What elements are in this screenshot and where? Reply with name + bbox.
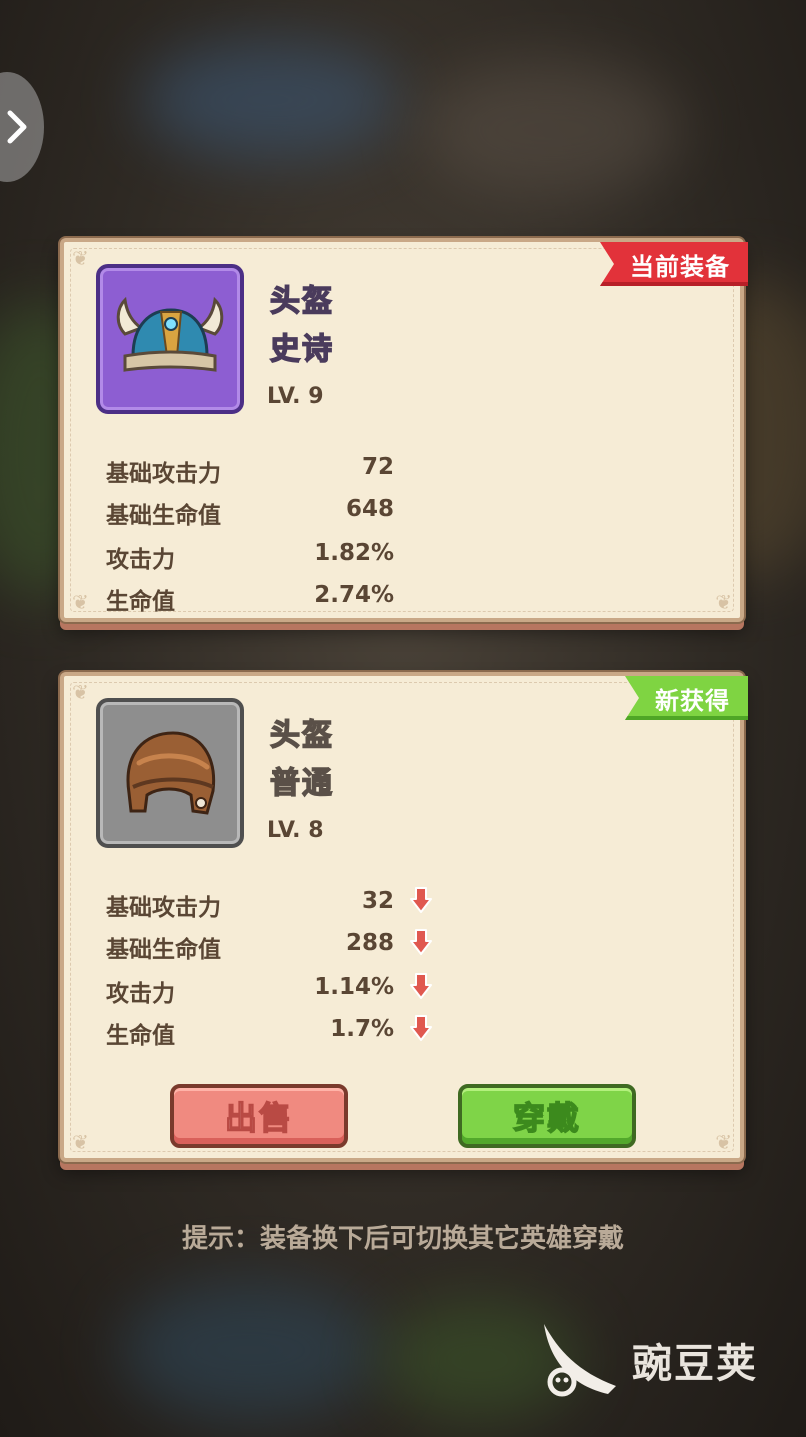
equip-button[interactable]: 穿戴 (458, 1084, 636, 1148)
stat-label: 基础攻击力 (106, 461, 221, 487)
stat-down-arrow-icon (410, 929, 432, 955)
stat-value: 72 (361, 454, 394, 480)
stat-down-arrow-icon (410, 973, 432, 999)
corner-ornament: ❦ (72, 590, 89, 614)
new-equipment-card: ❦ ❦ ❦ 新获得 头盔 普通 LV. 8 基础攻击力 32 基础生命值 288… (60, 672, 748, 1162)
stat-label: 攻击力 (106, 547, 175, 573)
current-equipment-card: ❦ ❦ ❦ 当前装备 头盔 史诗 LV. 9 基础攻击力 72 基础生命值 64… (60, 238, 748, 622)
corner-ornament: ❦ (715, 590, 732, 614)
stat-label: 攻击力 (106, 981, 175, 1007)
item-icon-frame[interactable] (96, 264, 244, 414)
corner-ornament: ❦ (715, 1130, 732, 1154)
corner-ornament: ❦ (72, 246, 89, 270)
watermark: 豌豆荚 (538, 1320, 758, 1400)
chevron-right-icon (7, 110, 27, 144)
stat-label: 基础生命值 (106, 937, 221, 963)
item-level: LV. 9 (267, 384, 324, 409)
stat-value: 1.82% (314, 540, 394, 566)
sell-button[interactable]: 出售 (170, 1084, 348, 1148)
item-icon-frame[interactable] (96, 698, 244, 848)
back-button[interactable] (0, 72, 44, 182)
stat-down-arrow-icon (410, 1015, 432, 1041)
stat-label: 基础攻击力 (106, 895, 221, 921)
corner-ornament: ❦ (72, 1130, 89, 1154)
watermark-text: 豌豆荚 (632, 1341, 758, 1387)
leather-helmet-icon (126, 731, 216, 815)
corner-ornament: ❦ (72, 680, 89, 704)
stat-label: 生命值 (106, 1023, 175, 1049)
item-name: 头盔 (269, 283, 334, 320)
stat-value: 288 (345, 930, 394, 956)
stat-value: 32 (361, 888, 394, 914)
stat-value: 2.74% (314, 582, 394, 608)
hint-text: 提示：装备换下后可切换其它英雄穿戴 (181, 1224, 624, 1254)
background-blur (140, 40, 400, 160)
viking-helmet-icon (116, 296, 224, 372)
item-level: LV. 8 (267, 818, 324, 843)
stat-label: 基础生命值 (106, 503, 221, 529)
stat-value: 1.7% (330, 1016, 394, 1042)
background-blur (420, 60, 680, 200)
pea-pod-logo-icon (544, 1324, 616, 1397)
item-name: 头盔 (269, 717, 334, 754)
new-item-badge: 新获得 (625, 676, 748, 720)
stat-value: 1.14% (314, 974, 394, 1000)
stat-down-arrow-icon (410, 887, 432, 913)
background-blur (120, 1280, 380, 1420)
stat-value: 648 (345, 496, 394, 522)
item-rarity: 史诗 (269, 331, 334, 368)
stat-label: 生命值 (106, 589, 175, 615)
current-equipment-badge: 当前装备 (600, 242, 748, 286)
item-rarity: 普通 (269, 765, 334, 802)
